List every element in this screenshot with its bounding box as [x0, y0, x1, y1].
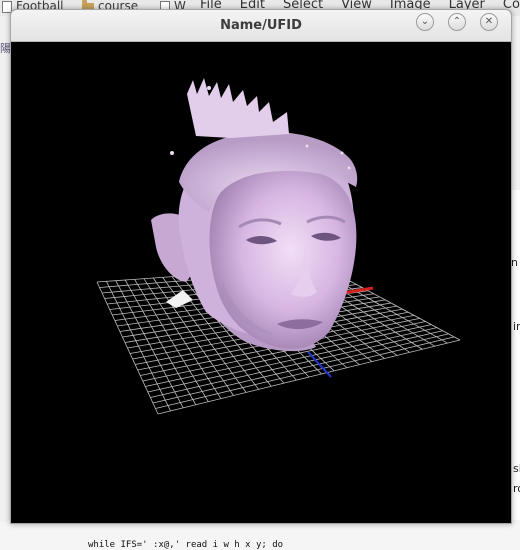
background-snippet: ro: [513, 482, 520, 495]
background-snippet: n a: [511, 256, 520, 269]
minimize-button[interactable]: ⌄: [416, 13, 434, 31]
background-snippet: si: [513, 462, 520, 475]
viewer-window: Name/UFID ⌄ ⌃ ✕: [10, 9, 512, 524]
maximize-button[interactable]: ⌃: [448, 13, 466, 31]
3d-viewport[interactable]: [11, 42, 511, 523]
window-title-bar[interactable]: Name/UFID ⌄ ⌃ ✕: [11, 10, 511, 42]
face-model: [151, 78, 358, 352]
background-snippet: in: [513, 320, 520, 333]
background-code-line: while IFS=' :x@,' read i w h x y; do: [88, 540, 284, 550]
window-title: Name/UFID: [220, 18, 302, 33]
chevron-up-icon: ⌃: [452, 16, 462, 27]
3d-scene: [96, 78, 461, 415]
close-button[interactable]: ✕: [480, 13, 498, 31]
chevron-down-icon: ⌄: [420, 16, 430, 27]
close-icon: ✕: [484, 16, 494, 27]
background-left-strip: [0, 16, 10, 522]
